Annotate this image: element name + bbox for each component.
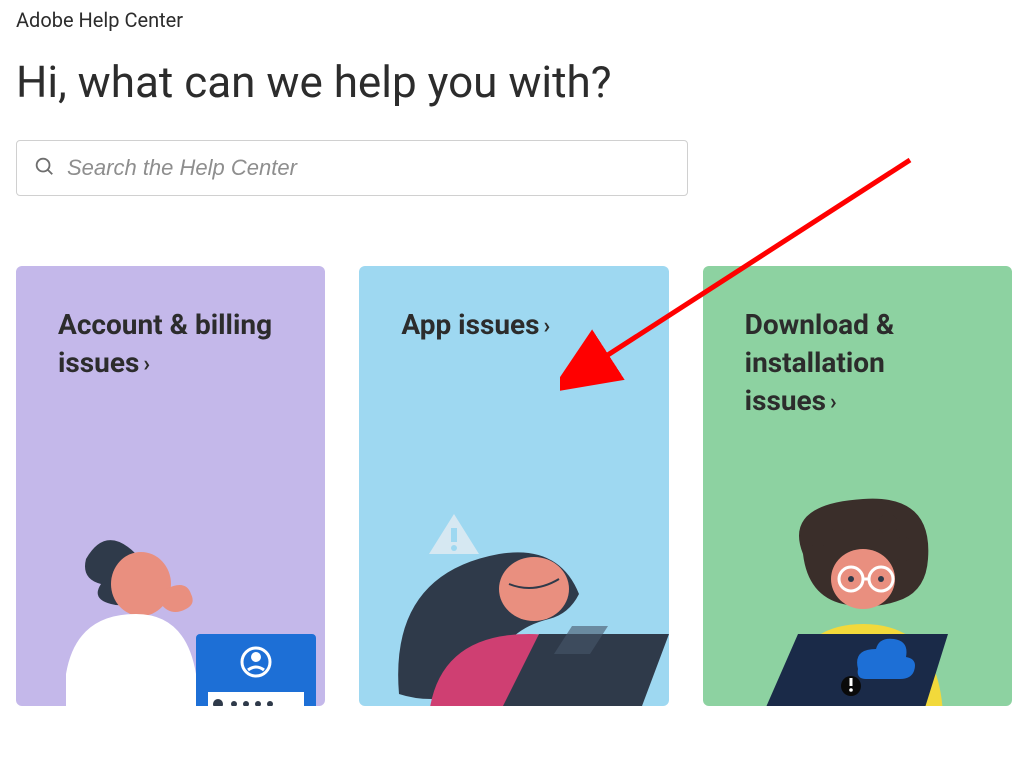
card-title: App issues› [401,306,626,344]
card-title: Download & installation issues› [745,306,970,419]
search-input[interactable] [67,155,671,181]
chevron-right-icon: › [830,390,837,415]
search-box[interactable] [16,140,688,196]
illustration-account [16,494,325,706]
page-heading: Hi, what can we help you with? [0,32,1028,140]
card-app-issues[interactable]: App issues› [359,266,668,706]
illustration-download [703,494,1012,706]
card-title: Account & billing issues› [58,306,283,382]
search-container [16,140,688,196]
card-download-install[interactable]: Download & installation issues› [703,266,1012,706]
search-icon [33,155,55,181]
card-title-text: Download & installation issues [745,308,895,417]
illustration-app [359,494,668,706]
chevron-right-icon: › [544,314,551,339]
card-title-text: App issues [401,308,539,341]
card-account-billing[interactable]: Account & billing issues› [16,266,325,706]
card-title-text: Account & billing issues [58,308,272,379]
chevron-right-icon: › [143,352,150,377]
site-title: Adobe Help Center [0,0,1028,32]
help-cards-row: Account & billing issues› [0,266,1028,706]
